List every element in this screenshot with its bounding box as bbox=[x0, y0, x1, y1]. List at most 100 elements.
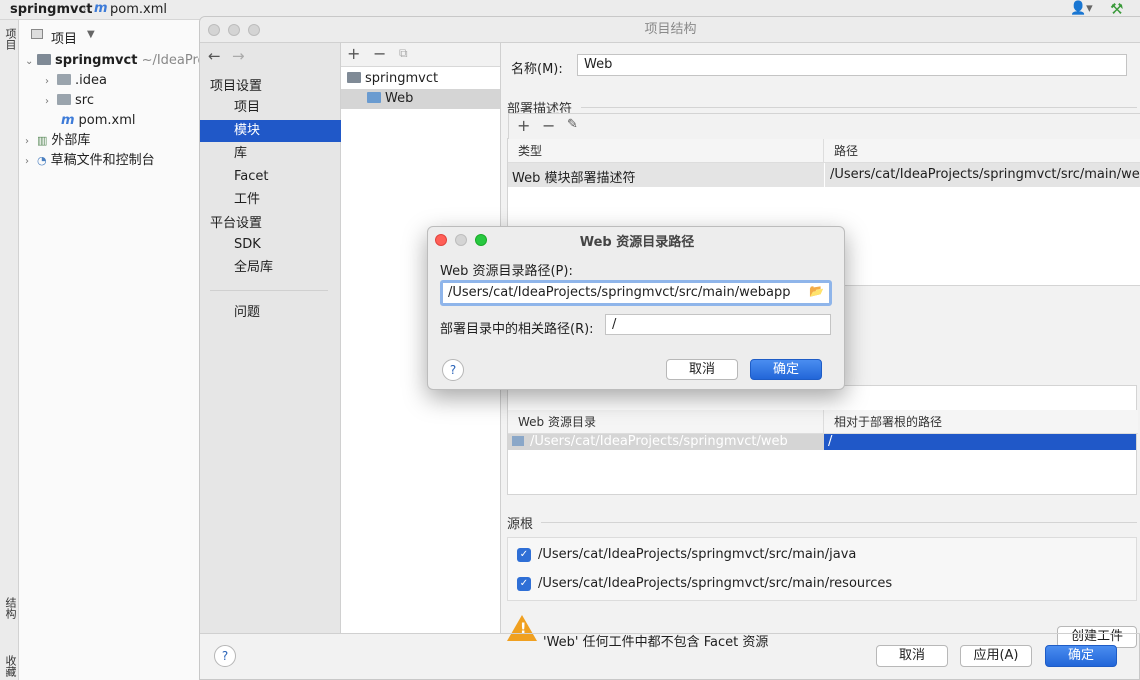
nav-item-problems[interactable]: 问题 bbox=[200, 302, 341, 324]
chevron-right-icon[interactable]: › bbox=[25, 132, 37, 152]
window-minimize-button[interactable] bbox=[228, 24, 240, 36]
nav-item-artifacts[interactable]: 工件 bbox=[200, 189, 341, 211]
modal-ok-button[interactable]: 确定 bbox=[750, 359, 822, 380]
tree-item-src[interactable]: › src bbox=[45, 91, 94, 111]
back-arrow-icon[interactable]: ← bbox=[208, 47, 221, 65]
breadcrumb-project[interactable]: springmvct bbox=[10, 2, 92, 17]
modules-toolbar: + − ⧉ bbox=[341, 43, 500, 67]
module-root-label: springmvct bbox=[365, 71, 439, 86]
web-resource-directories-table: Web 资源目录 相对于部署根的路径 /Users/cat/IdeaProjec… bbox=[507, 385, 1138, 495]
path-label: Web 资源目录路径(P): bbox=[440, 264, 573, 279]
source-root-checkbox-java[interactable]: ✓ bbox=[517, 548, 531, 562]
settings-nav: ← → 项目设置 项目 模块 库 Facet 工件 平台设置 SDK 全局库 问… bbox=[200, 43, 341, 633]
tree-item-idea[interactable]: › .idea bbox=[45, 71, 107, 91]
module-folder-icon bbox=[347, 72, 361, 83]
project-view-selector[interactable]: 项目 bbox=[51, 28, 77, 47]
chevron-right-icon[interactable]: › bbox=[45, 92, 57, 112]
tree-item-external-libs[interactable]: › ▥ 外部库 bbox=[25, 131, 90, 151]
footer-divider bbox=[200, 633, 1140, 634]
nav-divider bbox=[210, 290, 328, 291]
project-view-icon bbox=[31, 29, 43, 39]
nav-header-platform-settings: 平台设置 bbox=[210, 216, 263, 231]
deploy-toolbar: + − ✎ bbox=[508, 113, 1140, 139]
chevron-right-icon[interactable]: › bbox=[25, 152, 37, 172]
tree-root[interactable]: ⌄ springmvct ~/IdeaPro bbox=[25, 51, 206, 71]
source-roots-list: ✓ /Users/cat/IdeaProjects/springmvct/src… bbox=[507, 537, 1137, 601]
table-row[interactable]: /Users/cat/IdeaProjects/springmvct/web bbox=[508, 434, 824, 450]
help-button[interactable]: ? bbox=[442, 359, 464, 381]
user-icon[interactable]: 👤▾ bbox=[1070, 1, 1093, 16]
warning-exclamation: ! bbox=[520, 621, 527, 637]
nav-item-facets[interactable]: Facet bbox=[200, 166, 341, 188]
table-row[interactable]: Web 模块部署描述符 /Users/cat/IdeaProjects/spri… bbox=[508, 163, 1140, 187]
tool-window-strip: 项目 结构 收藏夹 bbox=[0, 20, 19, 680]
edit-pencil-icon[interactable]: ✎ bbox=[567, 117, 578, 132]
relative-path-label: 部署目录中的相关路径(R): bbox=[440, 322, 594, 337]
modal-cancel-button[interactable]: 取消 bbox=[666, 359, 738, 380]
column-header-type[interactable]: 类型 bbox=[508, 139, 824, 163]
nav-item-modules[interactable]: 模块 bbox=[200, 120, 341, 142]
nav-item-global-libraries[interactable]: 全局库 bbox=[200, 257, 341, 279]
dialog-title: 项目结构 bbox=[200, 17, 1140, 43]
forward-arrow-icon[interactable]: → bbox=[232, 47, 245, 65]
tree-item-label: 草稿文件和控制台 bbox=[50, 153, 155, 168]
add-icon[interactable]: + bbox=[517, 116, 530, 135]
chevron-down-icon[interactable]: ⌄ bbox=[25, 52, 37, 72]
breadcrumb-separator-icon: › bbox=[82, 2, 87, 16]
window-close-button[interactable] bbox=[208, 24, 220, 36]
help-button[interactable]: ? bbox=[214, 645, 236, 667]
folder-icon bbox=[57, 94, 71, 105]
column-header-web-resource-dir[interactable]: Web 资源目录 bbox=[508, 410, 824, 434]
module-root[interactable]: springmvct bbox=[347, 69, 438, 89]
chevron-right-icon[interactable]: › bbox=[45, 72, 57, 92]
scratch-icon: ◔ bbox=[37, 154, 47, 167]
add-icon[interactable]: + bbox=[347, 44, 360, 63]
tree-root-label: springmvct bbox=[55, 53, 138, 68]
descriptor-type-cell: Web 模块部署描述符 bbox=[512, 171, 636, 186]
tree-item-label: 外部库 bbox=[51, 133, 91, 148]
cancel-button[interactable]: 取消 bbox=[876, 645, 948, 667]
nav-item-project[interactable]: 项目 bbox=[200, 97, 341, 119]
tool-tab-structure[interactable]: 结构 bbox=[1, 597, 18, 619]
maven-icon: m bbox=[94, 1, 108, 16]
descriptor-path-cell: /Users/cat/IdeaProjects/springmvct/src/m… bbox=[830, 167, 1140, 182]
tool-tab-project[interactable]: 项目 bbox=[1, 28, 18, 50]
source-root-checkbox-resources[interactable]: ✓ bbox=[517, 577, 531, 591]
browse-folder-icon[interactable]: 📂 bbox=[809, 284, 824, 298]
relative-path-input[interactable]: / bbox=[605, 314, 831, 335]
section-divider bbox=[581, 107, 1137, 108]
folder-icon bbox=[57, 74, 71, 85]
folder-icon bbox=[512, 436, 524, 446]
remove-icon[interactable]: − bbox=[373, 44, 386, 63]
relative-path-cell[interactable]: / bbox=[824, 434, 1136, 450]
nav-header-project-settings: 项目设置 bbox=[210, 79, 263, 94]
module-folder-icon bbox=[37, 54, 51, 65]
web-resource-path-dialog: Web 资源目录路径 Web 资源目录路径(P): /Users/cat/Ide… bbox=[427, 226, 845, 390]
tree-root-path: ~/IdeaPro bbox=[141, 53, 206, 68]
chevron-down-icon[interactable]: ▼ bbox=[87, 29, 95, 40]
nav-item-sdk[interactable]: SDK bbox=[200, 234, 341, 256]
tool-tab-favorites[interactable]: 收藏夹 bbox=[0, 652, 18, 680]
tree-item-label: pom.xml bbox=[78, 113, 136, 128]
tree-item-scratches[interactable]: › ◔ 草稿文件和控制台 bbox=[25, 151, 155, 171]
module-web-facet[interactable]: Web bbox=[341, 89, 500, 109]
remove-icon[interactable]: − bbox=[542, 116, 555, 135]
ok-button[interactable]: 确定 bbox=[1045, 645, 1117, 667]
tree-item-label: .idea bbox=[75, 73, 107, 88]
section-divider bbox=[541, 522, 1137, 523]
path-input-value: /Users/cat/IdeaProjects/springmvct/src/m… bbox=[448, 285, 791, 300]
apply-button[interactable]: 应用(A) bbox=[960, 645, 1032, 667]
cell-divider bbox=[824, 163, 825, 187]
nav-item-libraries[interactable]: 库 bbox=[200, 143, 341, 165]
copy-icon[interactable]: ⧉ bbox=[399, 46, 408, 61]
column-header-path[interactable]: 路径 bbox=[824, 139, 1140, 163]
name-input[interactable]: Web bbox=[577, 54, 1127, 76]
web-facet-icon bbox=[367, 92, 381, 103]
window-zoom-button[interactable] bbox=[248, 24, 260, 36]
library-icon: ▥ bbox=[37, 134, 48, 147]
column-header-relative-path[interactable]: 相对于部署根的路径 bbox=[824, 410, 1138, 434]
project-tool-window: 项目 ▼ ⌄ springmvct ~/IdeaPro › .idea › src m… bbox=[19, 20, 206, 680]
path-input[interactable]: /Users/cat/IdeaProjects/springmvct/src/m… bbox=[440, 280, 832, 306]
breadcrumb-file[interactable]: pom.xml bbox=[110, 2, 167, 17]
tree-item-pom[interactable]: m pom.xml bbox=[61, 111, 136, 131]
